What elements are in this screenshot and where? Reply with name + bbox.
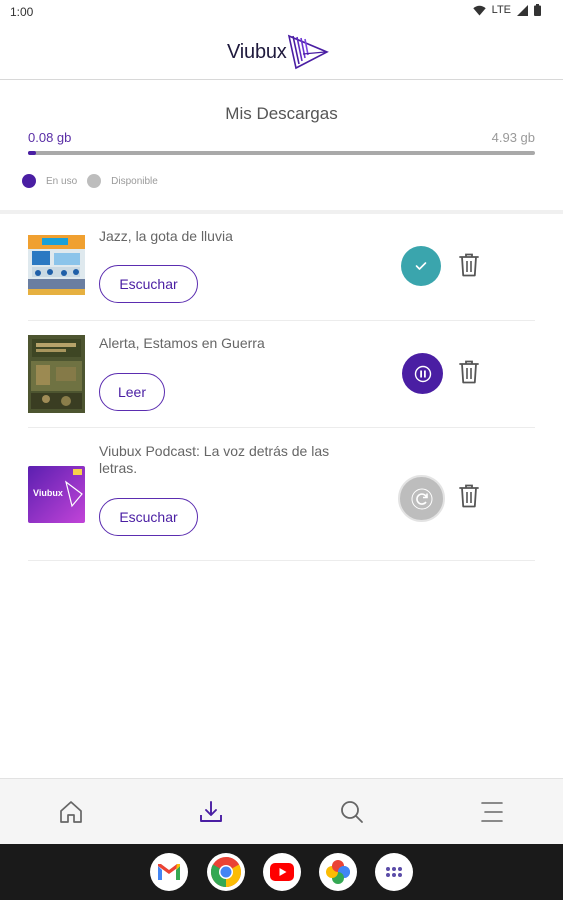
read-button[interactable]: Leer xyxy=(99,373,165,411)
refresh-icon xyxy=(411,488,432,509)
system-dock xyxy=(0,844,563,900)
gmail-icon[interactable] xyxy=(150,853,188,891)
bottom-navigation xyxy=(0,778,563,844)
cover-art xyxy=(28,235,85,295)
brand-name: Viubux xyxy=(227,40,287,63)
pause-icon xyxy=(414,365,431,382)
legend-used: En uso xyxy=(22,174,77,188)
legend-available-dot xyxy=(87,174,102,188)
legend-available-label: Disponible xyxy=(111,175,158,187)
item-title[interactable]: Jazz, la gota de lluvia xyxy=(99,228,339,245)
page-title: Mis Descargas xyxy=(225,104,338,123)
app-header: Viubux xyxy=(0,26,563,80)
book-cover[interactable] xyxy=(28,335,85,413)
used-space: 0.08 gb xyxy=(28,130,72,145)
wifi-icon xyxy=(472,5,486,15)
legend-available: Disponible xyxy=(87,174,158,188)
download-item: Jazz, la gota de lluvia Escuchar xyxy=(28,214,535,321)
cover-art xyxy=(28,335,85,413)
download-complete-button[interactable] xyxy=(401,246,441,286)
legend-used-dot xyxy=(22,174,36,188)
storage-legend: En uso Disponible xyxy=(22,174,168,188)
pause-download-button[interactable] xyxy=(402,353,443,394)
signal-icon xyxy=(517,4,528,16)
pending-download-button[interactable] xyxy=(398,475,445,522)
search-icon[interactable] xyxy=(339,799,365,825)
trash-icon[interactable] xyxy=(457,359,481,385)
check-icon xyxy=(415,262,427,270)
storage-summary: Mis Descargas 0.08 gb 4.93 gb En uso Dis… xyxy=(0,80,563,212)
trash-icon[interactable] xyxy=(457,483,481,509)
download-icon[interactable] xyxy=(198,799,224,825)
item-title[interactable]: Viubux Podcast: La voz detrás de las let… xyxy=(99,443,331,477)
youtube-icon[interactable] xyxy=(263,853,301,891)
status-indicators: LTE xyxy=(472,4,541,16)
viubux-logo-icon xyxy=(287,34,329,70)
status-bar: 1:00 LTE xyxy=(0,0,563,26)
available-space: 4.93 gb xyxy=(491,130,535,145)
chrome-icon[interactable] xyxy=(207,853,245,891)
screen: 1:00 LTE Viubux Mis Descargas 0.08 gb 4.… xyxy=(0,0,563,900)
download-item: Alerta, Estamos en Guerra Leer xyxy=(28,321,535,428)
storage-bar-fill xyxy=(28,151,37,155)
status-time: 1:00 xyxy=(10,5,34,19)
brand-logo[interactable]: Viubux xyxy=(227,34,329,70)
battery-icon xyxy=(534,4,541,16)
home-icon[interactable] xyxy=(58,799,84,825)
cover-title: Viubux xyxy=(33,488,63,498)
legend-used-label: En uso xyxy=(46,175,78,187)
podcast-cover[interactable]: Viubux xyxy=(28,466,85,523)
storage-bar xyxy=(28,151,535,155)
photos-icon[interactable] xyxy=(319,853,357,891)
menu-icon[interactable] xyxy=(479,799,505,825)
listen-button[interactable]: Escuchar xyxy=(99,265,198,303)
book-cover[interactable] xyxy=(28,235,85,295)
download-item: Viubux Viubux Podcast: La voz detrás de … xyxy=(28,428,535,561)
network-type: LTE xyxy=(491,4,511,16)
trash-icon[interactable] xyxy=(457,252,481,278)
apps-icon[interactable] xyxy=(375,853,413,891)
listen-button[interactable]: Escuchar xyxy=(99,498,198,536)
item-title[interactable]: Alerta, Estamos en Guerra xyxy=(99,335,339,352)
